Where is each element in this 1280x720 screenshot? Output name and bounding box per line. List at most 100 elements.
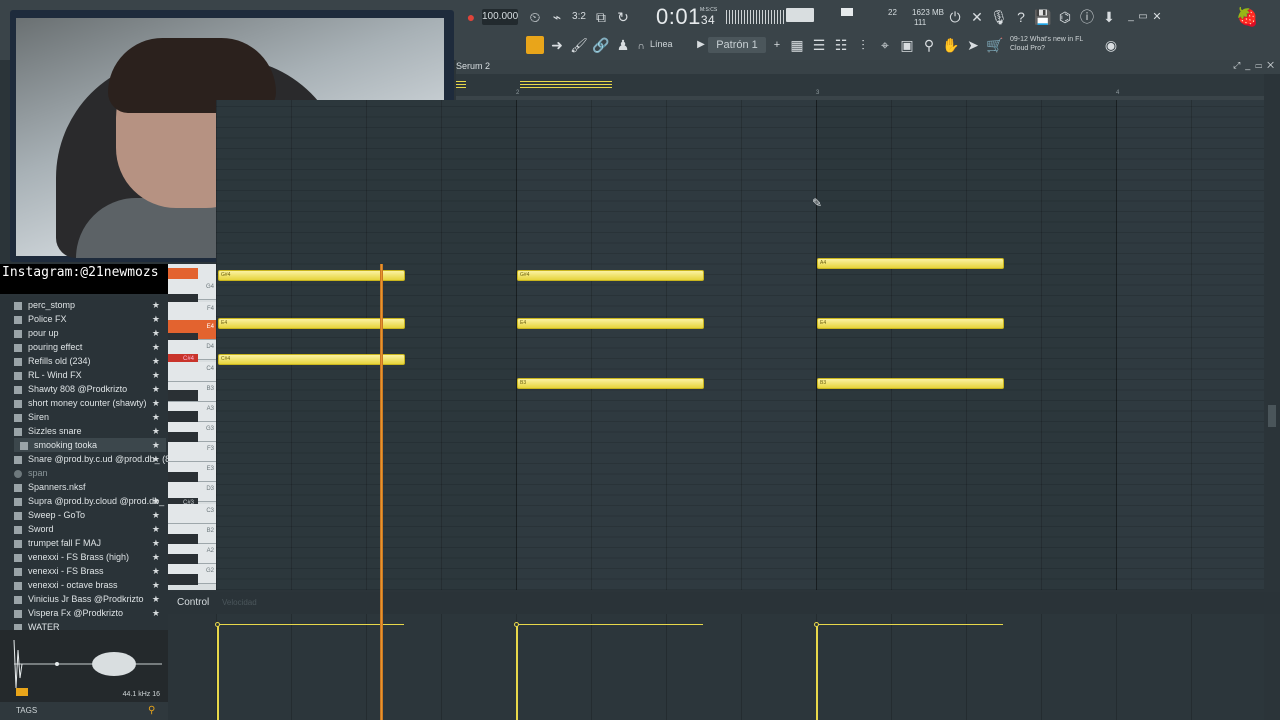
piano-key[interactable]	[168, 574, 198, 585]
midi-note[interactable]: B3	[517, 378, 704, 389]
list-item[interactable]: Police FX ★	[14, 312, 166, 326]
list-item[interactable]: Supra @prod.by.cloud @prod.db_ ★	[14, 494, 166, 508]
star-icon[interactable]: ★	[152, 340, 160, 354]
control-parameter[interactable]: Velocidad	[222, 598, 257, 607]
velocity-handle[interactable]	[215, 622, 220, 627]
list-item[interactable]: Sword ★	[14, 522, 166, 536]
star-icon[interactable]: ★	[152, 508, 160, 522]
window-controls[interactable]: ⤢ _ ▭ ✕	[1233, 60, 1274, 71]
velocity-bar[interactable]	[217, 624, 219, 720]
stamp-icon[interactable]: ♟	[614, 36, 632, 54]
velocity-bar[interactable]	[516, 624, 518, 720]
metronome-icon[interactable]: ⏲	[526, 8, 544, 26]
channel-rack-icon[interactable]: ☰	[810, 36, 828, 54]
panic-icon[interactable]: ⏻	[946, 8, 964, 26]
pattern-selector[interactable]: Patrón 1	[708, 37, 766, 53]
help-icon[interactable]: ?	[1012, 8, 1030, 26]
midi-note[interactable]: G#4	[517, 270, 704, 281]
velocity-handle[interactable]	[814, 622, 819, 627]
list-item[interactable]: Vinicius Jr Bass @Prodkrizto ★	[14, 592, 166, 606]
star-icon[interactable]: ★	[152, 410, 160, 424]
midi-note[interactable]: E4	[218, 318, 405, 329]
tools-icon[interactable]: ✕	[968, 8, 986, 26]
add-pattern-icon[interactable]: +	[768, 36, 786, 54]
playlist-icon[interactable]: ▦	[788, 36, 806, 54]
list-item[interactable]: Refills old (234) ★	[14, 354, 166, 368]
scrollbar-thumb[interactable]	[1268, 405, 1276, 427]
piano-key[interactable]: F3	[168, 442, 216, 462]
star-icon[interactable]: ★	[152, 522, 160, 536]
star-icon[interactable]: ★	[152, 606, 160, 620]
news-text[interactable]: 09-12 What's new in FL Cloud Pro?	[1010, 35, 1090, 53]
news-icon[interactable]: ◉	[1102, 36, 1120, 54]
velocity-handle[interactable]	[514, 622, 519, 627]
star-icon[interactable]: ★	[152, 550, 160, 564]
list-item[interactable]: Shawty 808 @Prodkrizto ★	[14, 382, 166, 396]
sample-preview[interactable]: 44.1 kHz 16	[0, 630, 168, 702]
piano-key-active[interactable]	[168, 268, 198, 279]
mixer-icon[interactable]: ☷	[832, 36, 850, 54]
vertical-scrollbar[interactable]	[1264, 100, 1280, 590]
list-item[interactable]: WATER	[14, 620, 166, 630]
snap-label[interactable]: Línea	[650, 39, 673, 49]
star-icon[interactable]: ★	[152, 368, 160, 382]
star-icon[interactable]: ★	[152, 424, 160, 438]
playhead[interactable]	[380, 264, 383, 720]
download-icon[interactable]: ⬇	[1100, 8, 1118, 26]
midi-note[interactable]: B3	[817, 378, 1004, 389]
list-item[interactable]: Spanners.nksf	[14, 480, 166, 494]
velocity-lane[interactable]	[215, 614, 1264, 720]
star-icon[interactable]: ★	[152, 298, 160, 312]
countdown-icon[interactable]: 3:2	[570, 8, 588, 26]
magnet-icon[interactable]: ∩	[632, 38, 650, 56]
list-item[interactable]: Siren ★	[14, 410, 166, 424]
star-icon[interactable]: ★	[152, 592, 160, 606]
close-icon[interactable]: ✕	[1148, 8, 1166, 26]
midi-note[interactable]: E4	[517, 318, 704, 329]
star-icon[interactable]: ★	[152, 382, 160, 396]
piano-key[interactable]	[168, 411, 198, 422]
shop-icon[interactable]: 🛒	[986, 36, 1004, 54]
piano-roll-icon[interactable]: ⫶	[854, 36, 872, 54]
star-icon[interactable]: ★	[152, 396, 160, 410]
piano-key[interactable]: C3	[168, 504, 216, 524]
list-item[interactable]: venexxi - octave brass ★	[14, 578, 166, 592]
midi-note[interactable]: C#4	[218, 354, 405, 365]
arrow-right-icon[interactable]: ➜	[548, 36, 566, 54]
piano-key[interactable]: C4	[168, 362, 216, 382]
timeline-ruler[interactable]: 2 3 4	[456, 74, 1264, 100]
wait-input-icon[interactable]: ⌁	[548, 8, 566, 26]
info-icon[interactable]: ⓘ	[1078, 8, 1096, 26]
midi-note[interactable]: A4	[817, 258, 1004, 269]
list-item[interactable]: Sweep - GoTo ★	[14, 508, 166, 522]
velocity-bar[interactable]	[816, 624, 818, 720]
midi-note[interactable]: E4	[817, 318, 1004, 329]
search-icon[interactable]: ⚲	[148, 706, 158, 716]
star-icon[interactable]: ★	[152, 578, 160, 592]
browser-icon[interactable]: ⌖	[876, 36, 894, 54]
list-item[interactable]: Sizzles snare ★	[14, 424, 166, 438]
list-item[interactable]: venexxi - FS Brass ★	[14, 564, 166, 578]
star-icon[interactable]: ★	[152, 312, 160, 326]
save-icon[interactable]: 💾	[1034, 8, 1052, 26]
midi-note[interactable]: G#4	[218, 270, 405, 281]
piano-keyboard[interactable]: G4 F4 E4 D4 C#4 C4 B3 A3 G3 F3 E3 D3 C#3…	[168, 264, 216, 590]
list-item[interactable]: pouring effect ★	[14, 340, 166, 354]
microphone-icon[interactable]: 🎙	[990, 8, 1008, 26]
star-icon[interactable]: ★	[152, 536, 160, 550]
note-grid[interactable]	[216, 100, 1264, 590]
list-item[interactable]: RL - Wind FX ★	[14, 368, 166, 382]
plugin-picker-icon[interactable]: ⚲	[920, 36, 938, 54]
star-icon[interactable]: ★	[152, 494, 160, 508]
list-item[interactable]: perc_stomp ★	[14, 298, 166, 312]
link-icon[interactable]: 🔗	[592, 36, 610, 54]
list-item[interactable]: span	[14, 466, 166, 480]
play-sample-icon[interactable]	[16, 688, 28, 696]
piano-key[interactable]	[168, 390, 198, 401]
star-icon[interactable]: ★	[152, 564, 160, 578]
list-item[interactable]: short money counter (shawty) ★	[14, 396, 166, 410]
star-icon[interactable]: ★	[152, 438, 160, 452]
project-icon[interactable]: ▣	[898, 36, 916, 54]
list-item-selected[interactable]: smooking tooka ★	[14, 438, 166, 452]
star-icon[interactable]: ★	[152, 452, 160, 466]
